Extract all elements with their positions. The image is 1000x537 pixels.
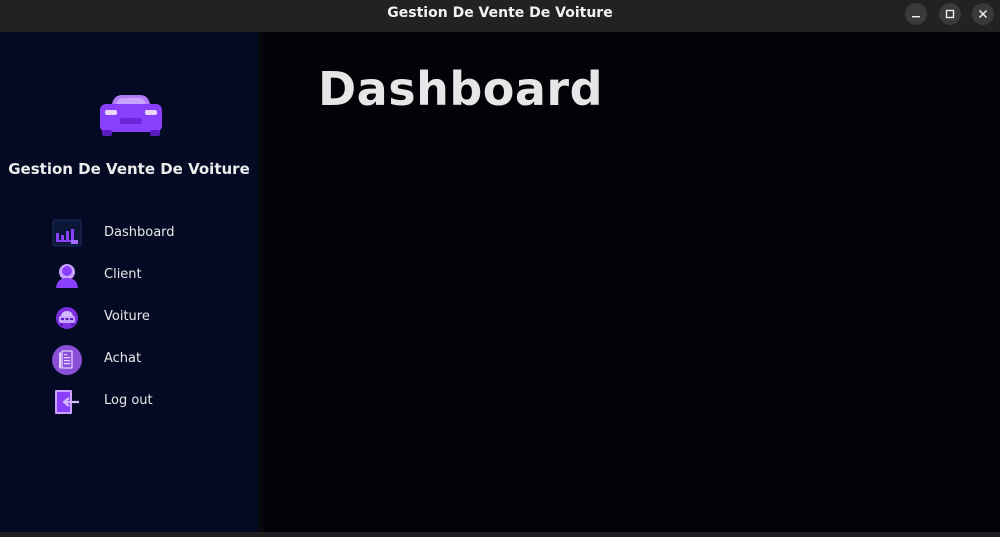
car-icon (98, 92, 164, 138)
chart-icon (51, 218, 83, 250)
window-bottom-edge (0, 532, 1000, 537)
maximize-icon (945, 9, 955, 19)
car-icon (51, 302, 83, 334)
user-icon (51, 260, 83, 292)
sidebar-item-voiture[interactable]: Voiture (0, 300, 258, 336)
close-icon (978, 9, 988, 19)
app-name: Gestion De Vente De Voiture (8, 160, 250, 178)
window-title: Gestion De Vente De Voiture (387, 5, 613, 21)
logout-icon (51, 386, 83, 418)
window-titlebar: Gestion De Vente De Voiture (0, 0, 1000, 32)
sidebar-item-label: Voiture (104, 309, 150, 324)
sidebar: Gestion De Vente De Voiture Dashboard Cl… (0, 32, 258, 532)
sidebar-item-label: Client (104, 267, 142, 282)
sidebar-item-label: Dashboard (104, 225, 175, 240)
sidebar-item-logout[interactable]: Log out (0, 384, 258, 420)
receipt-icon (51, 344, 83, 376)
sidebar-item-client[interactable]: Client (0, 258, 258, 294)
minimize-icon (912, 16, 920, 18)
minimize-button[interactable] (905, 3, 927, 25)
close-button[interactable] (972, 3, 994, 25)
page-title: Dashboard (318, 62, 604, 116)
sidebar-item-dashboard[interactable]: Dashboard (0, 216, 258, 252)
sidebar-item-achat[interactable]: Achat (0, 342, 258, 378)
sidebar-item-label: Log out (104, 393, 153, 408)
maximize-button[interactable] (939, 3, 961, 25)
sidebar-item-label: Achat (104, 351, 142, 366)
